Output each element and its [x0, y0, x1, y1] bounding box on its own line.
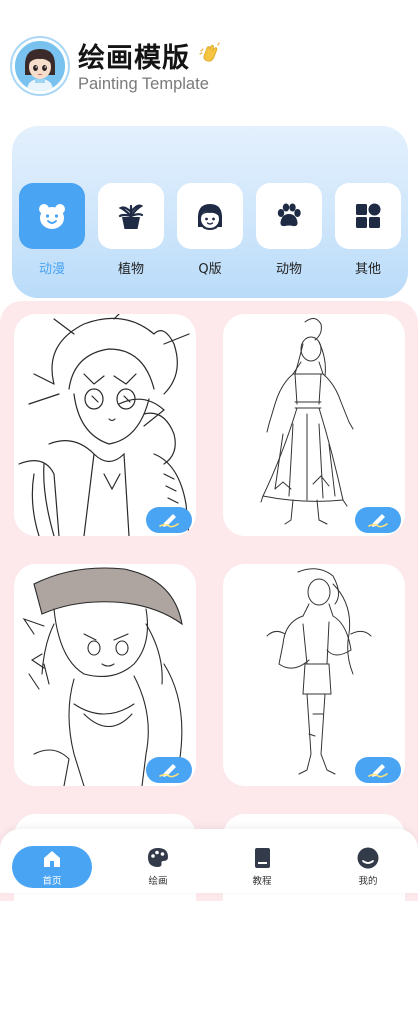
category-plant-tile[interactable]: [98, 183, 164, 249]
profile-icon: [357, 847, 379, 869]
category-plant-label: 植物: [117, 262, 144, 277]
paw-icon: [277, 203, 301, 227]
category-animal-label: 动物: [275, 262, 302, 277]
category-chibi[interactable]: Q版: [177, 183, 243, 277]
category-anime-tile[interactable]: [19, 183, 85, 249]
category-chibi-tile[interactable]: [177, 183, 243, 249]
tab-tutorial-label: 教程: [252, 876, 272, 887]
girl-face-icon: [197, 204, 223, 230]
pen-icon: [159, 514, 179, 528]
header: 绘画模版 Painting Template: [0, 0, 418, 118]
page-title: 绘画模版: [78, 43, 190, 74]
pen-icon: [159, 764, 179, 778]
tab-mine-label: 我的: [358, 876, 378, 887]
tab-home-label: 首页: [42, 876, 62, 887]
draw-button[interactable]: [146, 757, 192, 783]
category-other-tile[interactable]: [335, 183, 401, 249]
category-anime-label: 动漫: [38, 262, 65, 277]
category-plant[interactable]: 植物: [98, 183, 164, 277]
home-icon: [44, 851, 60, 867]
pen-icon: [368, 764, 388, 778]
anime-boy-lineart: [18, 314, 190, 536]
clapping-hands-icon: [198, 42, 222, 66]
category-other-label: 其他: [354, 262, 381, 277]
category-animal-tile[interactable]: [256, 183, 322, 249]
tab-mine[interactable]: 我的: [328, 845, 408, 889]
draw-button[interactable]: [355, 507, 401, 533]
jacket-girl-lineart: [266, 568, 372, 775]
draw-button[interactable]: [146, 507, 192, 533]
pen-icon: [368, 514, 388, 528]
avatar-girl-icon: [15, 41, 65, 91]
page-subtitle: Painting Template: [78, 75, 209, 93]
palette-icon: [148, 848, 168, 867]
grid-shapes-icon: [356, 203, 381, 228]
category-other[interactable]: 其他: [335, 183, 401, 277]
category-chibi-label: Q版: [198, 262, 222, 277]
hanfu-girl-lineart: [260, 318, 354, 525]
bottom-tab-bar: 首页 绘画 教程 我的: [0, 829, 418, 893]
template-card[interactable]: [14, 564, 196, 786]
category-anime[interactable]: 动漫: [19, 183, 85, 277]
bear-face-icon: [39, 204, 65, 229]
tab-paint[interactable]: 绘画: [118, 845, 198, 889]
tab-home[interactable]: 首页: [12, 846, 92, 888]
template-card[interactable]: [223, 564, 405, 786]
fox-girl-lineart: [22, 567, 183, 786]
template-card[interactable]: [223, 314, 405, 536]
template-card[interactable]: [14, 314, 196, 536]
category-animal[interactable]: 动物: [256, 183, 322, 277]
avatar[interactable]: [12, 38, 68, 94]
book-icon: [255, 848, 270, 868]
draw-button[interactable]: [355, 757, 401, 783]
potted-plant-icon: [118, 204, 144, 229]
tab-tutorial[interactable]: 教程: [222, 845, 302, 889]
tab-paint-label: 绘画: [148, 876, 168, 887]
